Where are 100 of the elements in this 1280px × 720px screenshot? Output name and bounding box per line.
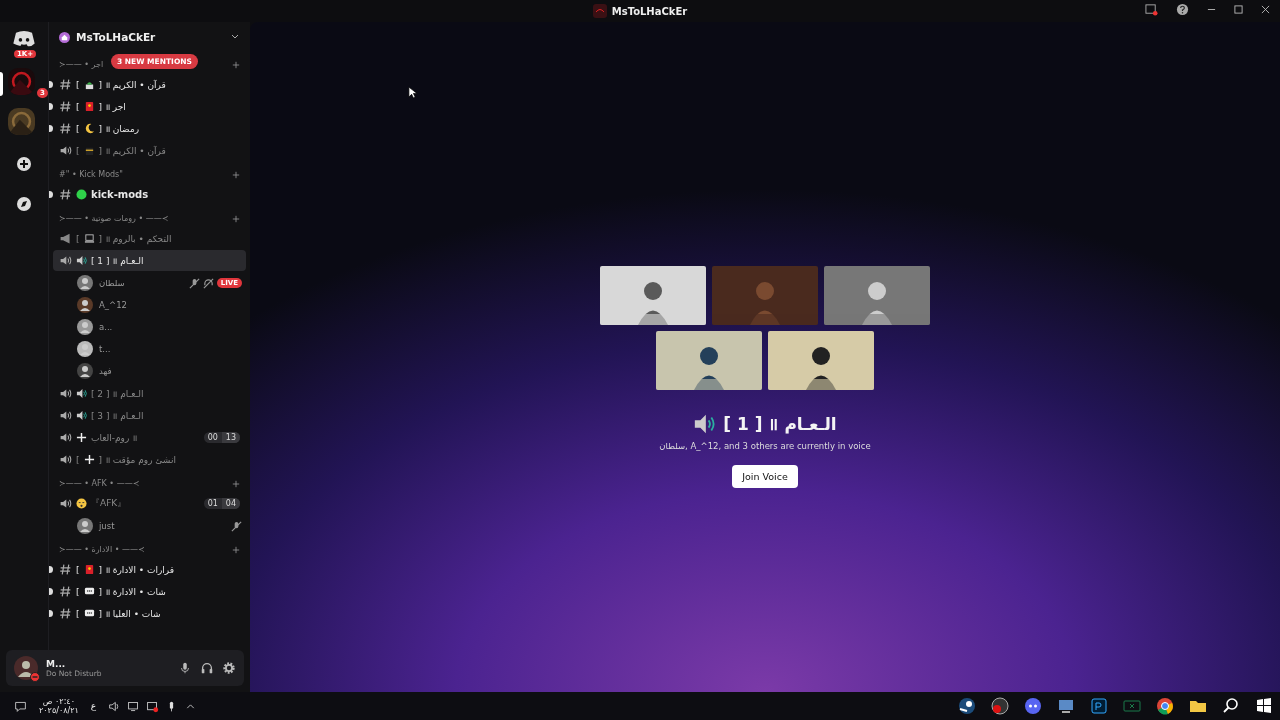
app-logo-icon [592, 4, 607, 18]
cube-icon [83, 145, 95, 156]
plus-icon[interactable] [232, 170, 240, 179]
microphone-icon[interactable] [178, 661, 192, 675]
channel-item[interactable]: [ 1 ] ॥ الـعـام [53, 250, 246, 271]
laptop-icon [83, 233, 95, 244]
channel-name: ] ॥ التحكم • بالروم [98, 233, 172, 245]
clock[interactable]: ٠٢:٤٠ ص ٢٠٢٥/٠٨/٢١ [39, 697, 79, 715]
category-title[interactable]: ≻—— • الادارة • ——≺ [59, 545, 145, 554]
start-icon[interactable] [1254, 696, 1274, 716]
channel-bracket: [ [76, 101, 80, 112]
speaker-icon [59, 453, 72, 466]
plus-icon[interactable] [232, 545, 240, 554]
channel-bracket: [ [76, 79, 80, 90]
voice-user[interactable]: just [53, 515, 246, 537]
channel-item[interactable]: [ 3 ] ॥ الـعـام [53, 405, 246, 426]
language-indicator[interactable]: ع [90, 701, 97, 711]
join-voice-button[interactable]: Join Voice [732, 465, 798, 488]
avatar-icon [77, 518, 93, 534]
hashtag-icon [59, 122, 72, 135]
category-title[interactable]: #" • Kick Mods" [59, 170, 123, 179]
channel-item[interactable]: [ ] ॥ شات • العليا [53, 603, 246, 624]
user-name: a... [99, 322, 113, 332]
window-title: MsToLHaCkEr [611, 5, 688, 17]
channel-item[interactable]: [ 2 ] ॥ الـعـام [53, 383, 246, 404]
channel-bracket: [ [76, 564, 80, 575]
cursor-icon [408, 86, 417, 99]
category-title[interactable]: ≻—— • AFK • ——≺ [59, 479, 140, 488]
user-name: t... [99, 344, 111, 354]
channel-item[interactable]: [ ] ॥ انشئ روم مؤقت [53, 449, 246, 470]
channel-item[interactable]: [ ] ॥ قرآن • الكريم [53, 140, 246, 161]
channel-bracket: [ [76, 233, 80, 244]
megaphone-icon [59, 232, 72, 245]
avatar-icon [77, 275, 93, 291]
help-icon[interactable] [1176, 3, 1189, 16]
avatar-icon [77, 319, 93, 335]
speaker-icon [59, 431, 72, 444]
recorder-icon[interactable] [990, 696, 1010, 716]
browser-icon[interactable] [1155, 696, 1175, 716]
maximize-icon[interactable] [1234, 5, 1243, 14]
voice-user[interactable]: a... [53, 316, 246, 338]
user-name: A_^12 [99, 300, 127, 310]
do-not-disturb-icon [30, 672, 40, 682]
hashtag-icon [59, 100, 72, 113]
category-title[interactable]: ≻—— • رومات صوتية • ——≺ [59, 214, 169, 223]
flag-icon [83, 101, 95, 112]
voice-user[interactable]: فهد [53, 360, 246, 382]
channel-bracket: [ [76, 454, 80, 465]
flag-icon [83, 564, 95, 575]
channel-name: kick-mods [91, 189, 149, 200]
channel-item[interactable]: [ ] ॥ رمضان [53, 118, 246, 139]
channel-name: 『AFK』 [91, 497, 127, 510]
channel-item[interactable]: 『AFK』 01 04 [53, 493, 246, 514]
user-count: 01 [206, 498, 219, 509]
speaker-icon [59, 254, 72, 267]
hashtag-icon [59, 585, 72, 598]
screen-record-icon[interactable] [146, 699, 160, 713]
close-icon[interactable] [1261, 5, 1270, 14]
inbox-icon[interactable] [1145, 3, 1158, 16]
headphones-icon[interactable] [200, 661, 214, 675]
network-icon[interactable] [127, 699, 141, 713]
plus-icon[interactable] [232, 60, 240, 69]
speaker-icon [693, 412, 716, 435]
clock-time: ٠٢:٤٠ ص [42, 697, 75, 706]
user-name: M... [46, 658, 67, 669]
hashtag-icon [59, 188, 72, 201]
channel-item[interactable]: [ ] ॥ التحكم • بالروم [53, 228, 246, 249]
sleepy-face-icon [76, 498, 87, 509]
plus-icon[interactable] [232, 214, 240, 223]
channel-name: ] ॥ شات • الادارة [98, 586, 166, 598]
deafened-icon [202, 277, 214, 289]
clock-date: ٢٠٢٥/٠٨/٢١ [39, 706, 79, 715]
channel-item[interactable]: [ ] ॥ قرآن • الكريم [53, 74, 246, 95]
plus-icon[interactable] [232, 479, 240, 488]
server-header[interactable]: MsToLHaCkEr [49, 22, 250, 52]
user-limit: 13 [221, 432, 240, 443]
chat-bubble-icon [83, 586, 95, 597]
mosque-icon [83, 79, 95, 90]
channel-name: ] ॥ قرآن • الكريم [98, 145, 166, 157]
hashtag-icon [59, 607, 72, 620]
channel-bracket: [ [76, 586, 80, 597]
voice-user[interactable]: A_^12 [53, 294, 246, 316]
server-icon [59, 31, 70, 43]
settings-icon[interactable] [222, 661, 236, 675]
channel-item[interactable]: [ ] ॥ شات • الادارة [53, 581, 246, 602]
channel-item[interactable]: [ ] ॥ قرارات • الادارة [53, 559, 246, 580]
speaker-icon [76, 388, 87, 399]
category-title[interactable]: ≻—— • اجر [59, 60, 104, 69]
channel-item[interactable]: [ ] ॥ اجر [53, 96, 246, 117]
voice-user[interactable]: t... [53, 338, 246, 360]
plus-icon [83, 454, 95, 465]
avatar-icon [77, 297, 93, 313]
channel-name: [ 2 ] ॥ الـعـام [91, 388, 144, 400]
channel-item[interactable]: kick-mods [53, 184, 246, 205]
notifications-icon[interactable] [14, 699, 27, 713]
speaker-icon [59, 409, 72, 422]
speaker-icon [59, 144, 72, 157]
plus-icon [76, 432, 87, 443]
channel-bracket: [ [76, 123, 80, 134]
channel-name: ] ॥ شات • العليا [98, 608, 161, 620]
